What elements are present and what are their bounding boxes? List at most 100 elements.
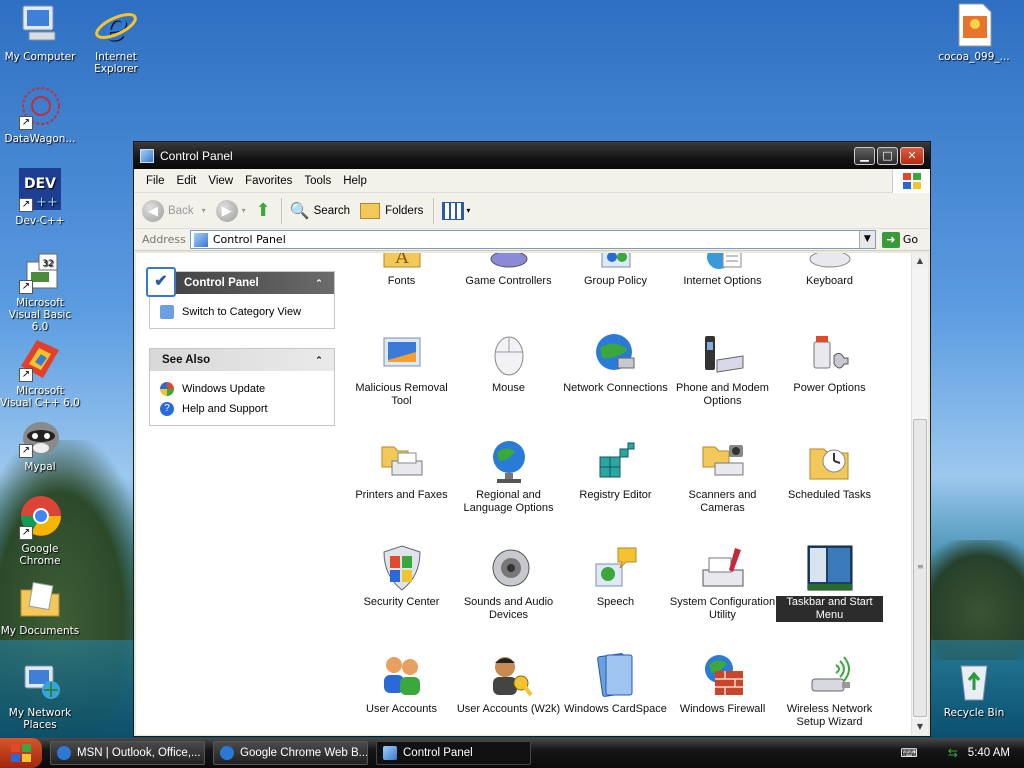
- keyboard-icon: [806, 253, 854, 271]
- scroll-thumb[interactable]: ≡: [913, 419, 927, 717]
- up-folder-button[interactable]: ⬆: [256, 200, 271, 221]
- address-input[interactable]: Control Panel ▼: [189, 230, 876, 249]
- desktop-icon-my-network-places[interactable]: My Network Places: [0, 658, 80, 731]
- sounds-icon: [485, 544, 533, 592]
- item-game-controllers[interactable]: Game Controllers: [455, 253, 562, 288]
- item-malicious-removal-tool[interactable]: Malicious Removal Tool: [348, 330, 455, 408]
- clock[interactable]: 5:40 AM: [968, 747, 1010, 759]
- desktop-icon-visual-cpp[interactable]: ↗ Microsoft Visual C++ 6.0: [0, 336, 80, 409]
- item-network-connections[interactable]: Network Connections: [562, 330, 669, 395]
- back-button[interactable]: ◀ Back ▾: [142, 199, 206, 222]
- item-label: Taskbar and Start Menu: [776, 596, 883, 622]
- desktop-icon-label: Internet Explorer: [94, 51, 138, 75]
- desktop-icon-my-documents[interactable]: My Documents: [0, 576, 80, 637]
- see-also-panel: See Also ⌃ Windows Update ? Help and Sup…: [149, 348, 335, 426]
- phone-modem-icon: [699, 330, 747, 378]
- mouse-icon: [485, 330, 533, 378]
- item-power-options[interactable]: Power Options: [776, 330, 883, 395]
- menu-view[interactable]: View: [202, 175, 239, 187]
- toolbar: ◀ Back ▾ ▶ ▾ ⬆ 🔍 Search Folders ▾: [134, 193, 930, 229]
- menu-tools[interactable]: Tools: [298, 175, 337, 187]
- control-panel-panel-header[interactable]: ✔ Control Panel ⌃: [146, 267, 334, 297]
- task-pane: ✔ Control Panel ⌃ Switch to Category Vie…: [136, 253, 346, 735]
- item-group-policy[interactable]: Group Policy: [562, 253, 669, 288]
- item-system-configuration[interactable]: System Configuration Utility: [669, 544, 776, 622]
- scheduled-tasks-icon: [806, 437, 854, 485]
- back-dropdown-icon[interactable]: ▾: [202, 206, 206, 215]
- game-controllers-icon: [485, 253, 533, 271]
- item-sounds-and-audio[interactable]: Sounds and Audio Devices: [455, 544, 562, 622]
- item-scanners-and-cameras[interactable]: Scanners and Cameras: [669, 437, 776, 515]
- taskbar-button-control-panel[interactable]: Control Panel: [376, 741, 531, 765]
- search-button[interactable]: 🔍 Search: [290, 201, 350, 221]
- see-also-header[interactable]: See Also ⌃: [150, 349, 334, 371]
- item-phone-and-modem[interactable]: Phone and Modem Options: [669, 330, 776, 408]
- desktop-icon-internet-explorer[interactable]: e Internet Explorer: [76, 2, 156, 75]
- menu-edit[interactable]: Edit: [171, 175, 203, 187]
- scroll-down-icon[interactable]: ▼: [912, 719, 928, 735]
- item-fonts[interactable]: A Fonts: [348, 253, 455, 288]
- network-tray-icon[interactable]: ⇆: [948, 746, 958, 760]
- item-label: Game Controllers: [465, 275, 552, 287]
- start-button[interactable]: [0, 738, 42, 768]
- item-internet-options[interactable]: Internet Options: [669, 253, 776, 288]
- item-regional-and-language[interactable]: Regional and Language Options: [455, 437, 562, 515]
- desktop-icon-my-computer[interactable]: My Computer: [0, 2, 80, 63]
- collapse-chevron-icon[interactable]: ⌃: [312, 353, 326, 367]
- menu-favorites[interactable]: Favorites: [239, 175, 298, 187]
- desktop-icon-cocoa-image[interactable]: cocoa_099_...: [934, 2, 1014, 63]
- toolbar-separator: [280, 197, 282, 224]
- item-mouse[interactable]: Mouse: [455, 330, 562, 395]
- forward-button[interactable]: ▶ ▾: [215, 199, 246, 222]
- maximize-button[interactable]: □: [877, 146, 898, 165]
- close-button[interactable]: ✕: [900, 146, 924, 165]
- item-user-accounts[interactable]: User Accounts: [348, 651, 455, 716]
- desktop-icon-recycle-bin[interactable]: Recycle Bin: [934, 658, 1014, 719]
- taskbar: MSN | Outlook, Office,... Google Chrome …: [0, 738, 1024, 768]
- item-windows-firewall[interactable]: Windows Firewall: [669, 651, 776, 716]
- item-label: Internet Options: [683, 275, 762, 287]
- vertical-scrollbar[interactable]: ▲ ≡ ▼: [911, 253, 928, 735]
- close-icon: ✕: [907, 149, 917, 162]
- desktop-icon-google-chrome[interactable]: ↗ Google Chrome: [0, 494, 80, 567]
- task-label: Control Panel: [403, 747, 473, 759]
- help-and-support-link[interactable]: ? Help and Support: [160, 399, 324, 419]
- windows-logo-icon: [892, 169, 930, 193]
- item-keyboard[interactable]: Keyboard: [776, 253, 883, 288]
- minimize-button[interactable]: ▁: [854, 146, 875, 165]
- windows-update-link[interactable]: Windows Update: [160, 379, 324, 399]
- desktop-icon-mypal[interactable]: ↗ Mypal: [0, 412, 80, 473]
- help-icon: ?: [160, 402, 174, 416]
- taskbar-button-chrome[interactable]: Google Chrome Web B...: [213, 741, 368, 765]
- keyboard-tray-icon[interactable]: ⌨: [900, 746, 917, 760]
- item-scheduled-tasks[interactable]: Scheduled Tasks: [776, 437, 883, 502]
- desktop-icon-dev-cpp[interactable]: DEV ++ ↗ Dev-C++: [0, 166, 80, 227]
- address-dropdown-icon[interactable]: ▼: [858, 231, 875, 248]
- item-printers-and-faxes[interactable]: Printers and Faxes: [348, 437, 455, 502]
- collapse-chevron-icon[interactable]: ⌃: [312, 276, 326, 290]
- dev-cpp-icon: DEV ++ ↗: [17, 166, 63, 212]
- user-accounts-icon: [378, 651, 426, 699]
- menu-file[interactable]: File: [140, 175, 171, 187]
- folders-button[interactable]: Folders: [360, 202, 423, 219]
- scroll-up-icon[interactable]: ▲: [912, 253, 928, 269]
- taskbar-button-msn[interactable]: MSN | Outlook, Office,...: [50, 741, 205, 765]
- switch-category-view-link[interactable]: Switch to Category View: [160, 302, 324, 322]
- desktop-icon-visual-basic[interactable]: 32 ↗ Microsoft Visual Basic 6.0: [0, 248, 80, 333]
- title-bar[interactable]: Control Panel ▁ □ ✕: [134, 142, 930, 169]
- item-registry-editor[interactable]: Registry Editor: [562, 437, 669, 502]
- views-button[interactable]: ▾: [442, 201, 470, 220]
- item-windows-cardspace[interactable]: Windows CardSpace: [562, 651, 669, 716]
- desktop-icon-datawagon[interactable]: ↗ DataWagon...: [0, 84, 80, 145]
- forward-dropdown-icon[interactable]: ▾: [242, 206, 246, 215]
- item-label: Network Connections: [563, 382, 668, 394]
- internet-explorer-small-icon: [57, 746, 71, 760]
- item-taskbar-and-start-menu[interactable]: Taskbar and Start Menu: [776, 544, 883, 622]
- item-security-center[interactable]: Security Center: [348, 544, 455, 609]
- go-button[interactable]: ➜ Go: [881, 231, 918, 248]
- go-arrow-icon: ➜: [881, 231, 900, 248]
- menu-help[interactable]: Help: [337, 175, 373, 187]
- item-wireless-network-setup[interactable]: Wireless Network Setup Wizard: [776, 651, 883, 729]
- item-user-accounts-w2k[interactable]: User Accounts (W2k): [455, 651, 562, 716]
- item-speech[interactable]: Speech: [562, 544, 669, 609]
